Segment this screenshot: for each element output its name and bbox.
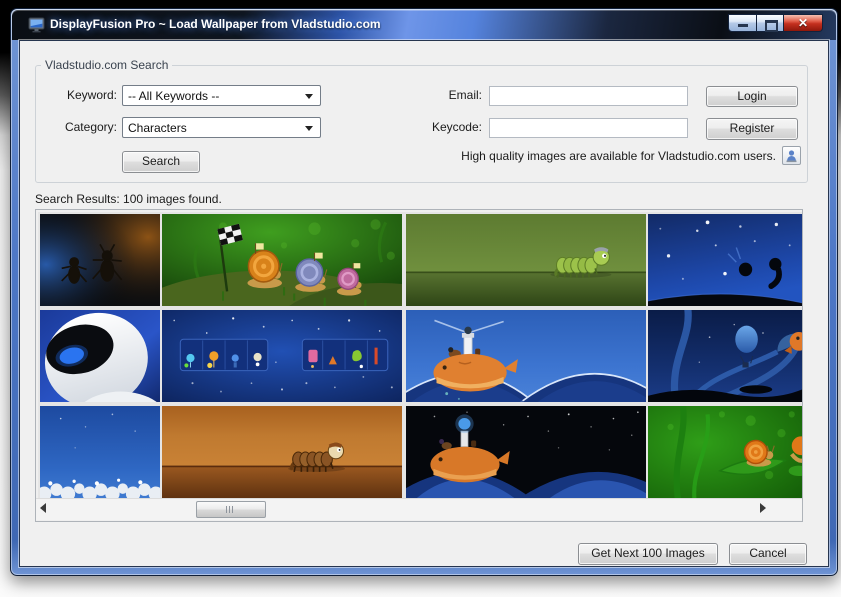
thumbnail-winking-night[interactable] [646, 212, 803, 308]
minimize-icon [738, 24, 748, 27]
maximize-button[interactable] [757, 14, 784, 32]
category-selected-value: Characters [128, 121, 187, 135]
keyword-label: Keyword: [20, 88, 117, 102]
thumbnail-snail-on-leaf[interactable] [646, 404, 803, 500]
results-panel [35, 209, 803, 522]
horizontal-scrollbar[interactable] [36, 498, 802, 520]
vladstudio-user-icon [782, 146, 801, 165]
close-icon: ✕ [784, 16, 822, 30]
keyword-dropdown[interactable]: -- All Keywords -- [122, 85, 321, 106]
thumbnail-caterpillar-green[interactable] [404, 212, 648, 308]
search-button[interactable]: Search [122, 151, 200, 173]
search-groupbox-title: Vladstudio.com Search [41, 58, 172, 72]
scroll-right-icon[interactable] [760, 503, 766, 513]
login-button[interactable]: Login [706, 86, 798, 107]
desktop-background: DisplayFusion Pro ~ Load Wallpaper from … [0, 0, 841, 597]
window-title: DisplayFusion Pro ~ Load Wallpaper from … [50, 17, 381, 31]
client-area: Vladstudio.com Search Keyword: -- All Ke… [19, 40, 829, 567]
monitor-app-icon [28, 17, 45, 33]
window-controls: ✕ [728, 14, 823, 32]
chevron-down-icon [305, 94, 313, 99]
category-label: Category: [20, 120, 117, 134]
thumbnail-foam-sky[interactable] [38, 404, 162, 500]
category-dropdown[interactable]: Characters [122, 117, 321, 138]
high-quality-info-text: High quality images are available for Vl… [260, 149, 776, 163]
register-button[interactable]: Register [706, 118, 798, 140]
title-bar[interactable]: DisplayFusion Pro ~ Load Wallpaper from … [12, 10, 836, 40]
thumbnail-glowing-shelves[interactable] [160, 308, 404, 404]
email-label: Email: [400, 88, 482, 102]
thumbnail-whale-lighthouse-night[interactable] [404, 404, 648, 500]
thumbnail-ants-silhouette[interactable] [38, 212, 162, 308]
close-button[interactable]: ✕ [784, 14, 823, 32]
thumbnail-snail-race[interactable] [160, 212, 404, 308]
thumbnail-night-plants-balloon[interactable] [646, 308, 803, 404]
scroll-left-icon[interactable] [40, 503, 46, 513]
keyword-selected-value: -- All Keywords -- [128, 89, 219, 103]
thumbnail-caterpillar-orange[interactable] [160, 404, 404, 500]
thumbnail-whale-lighthouse-day[interactable] [404, 308, 648, 404]
app-window: DisplayFusion Pro ~ Load Wallpaper from … [10, 8, 838, 576]
email-field[interactable] [489, 86, 688, 106]
scrollbar-thumb[interactable] [196, 501, 266, 518]
minimize-button[interactable] [728, 14, 757, 32]
cancel-button[interactable]: Cancel [729, 543, 807, 565]
chevron-down-icon [305, 126, 313, 131]
thumbnail-white-robot[interactable] [38, 308, 162, 404]
scrollbar-grip-icon [226, 506, 235, 513]
search-results-status: Search Results: 100 images found. [35, 192, 222, 206]
keycode-label: Keycode: [400, 120, 482, 134]
get-next-100-images-button[interactable]: Get Next 100 Images [578, 543, 718, 565]
keycode-field[interactable] [489, 118, 688, 138]
maximize-icon [765, 20, 778, 32]
